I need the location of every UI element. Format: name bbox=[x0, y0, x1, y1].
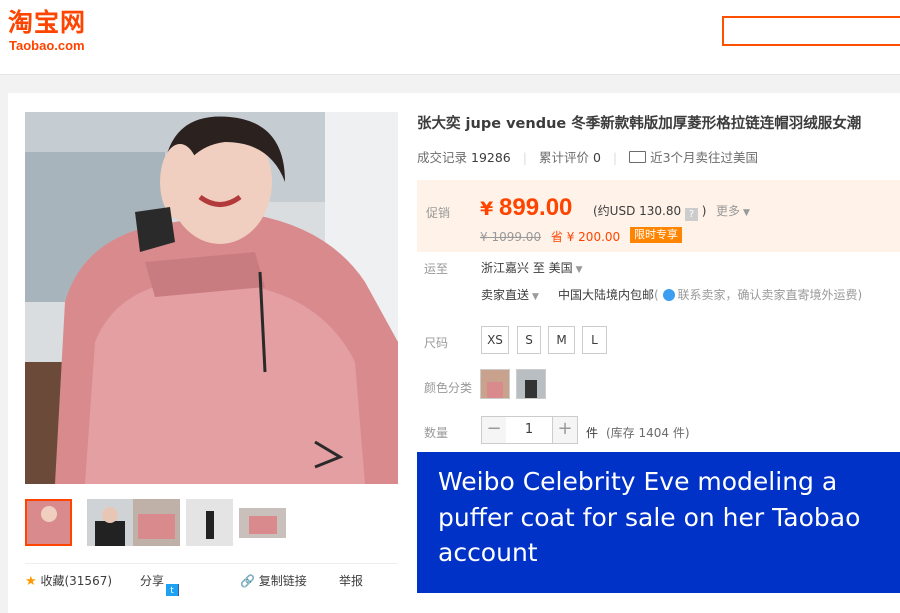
current-price: 899.00 bbox=[499, 194, 573, 221]
size-option-l[interactable]: L bbox=[582, 326, 607, 354]
thumbnail-2[interactable] bbox=[87, 499, 134, 546]
chevron-down-icon: ▼ bbox=[743, 208, 750, 218]
ship-to-label: 运至 bbox=[424, 262, 449, 276]
link-icon: 🔗 bbox=[240, 574, 255, 588]
quantity-increase-button[interactable]: + bbox=[552, 416, 578, 444]
promo-label: 促销 bbox=[426, 206, 451, 220]
size-label: 尺码 bbox=[424, 336, 449, 350]
shipping-route: 浙江嘉兴 至 美国 ▼ bbox=[481, 261, 583, 275]
quantity-input[interactable]: 1 bbox=[506, 416, 552, 444]
caption-text: Weibo Celebrity Eve modeling a puffer co… bbox=[438, 467, 861, 567]
more-currency-dropdown[interactable]: 更多 ▼ bbox=[716, 202, 750, 219]
share-link[interactable]: 分享ft bbox=[140, 574, 180, 596]
report-link[interactable]: 举报 bbox=[339, 574, 363, 588]
product-stats: 成交记录 19286 | 累计评价 0 | 近3个月卖往过美国 bbox=[417, 150, 759, 165]
color-swatch-1[interactable] bbox=[480, 369, 510, 399]
price-panel: 促销 ¥ 899.00 (约USD 130.80 ? ) 更多 ▼ ¥ 1099.… bbox=[417, 180, 900, 252]
thumbnail-3[interactable] bbox=[133, 499, 180, 546]
usd-price: (约USD 130.80 ? ) bbox=[593, 204, 707, 221]
thumbnail-1[interactable] bbox=[25, 499, 72, 546]
free-shipping-note: 中国大陆境内包邮 bbox=[558, 288, 655, 302]
currency-symbol: ¥ bbox=[480, 198, 494, 220]
twitter-icon[interactable]: t bbox=[166, 584, 179, 596]
quantity-label: 数量 bbox=[424, 426, 449, 440]
caption-overlay: Weibo Celebrity Eve modeling a puffer co… bbox=[417, 452, 900, 593]
main-product-photo[interactable] bbox=[25, 112, 398, 484]
truck-icon bbox=[629, 151, 647, 163]
color-swatch-2[interactable] bbox=[516, 369, 546, 399]
chevron-down-icon: ▼ bbox=[532, 292, 539, 302]
favorite-link[interactable]: ★ 收藏(31567) bbox=[25, 574, 112, 589]
color-label: 颜色分类 bbox=[424, 381, 473, 395]
size-option-m[interactable]: M bbox=[548, 326, 575, 354]
original-price: ¥ 1099.00 省 ¥ 200.00 bbox=[480, 230, 621, 244]
quantity-decrease-button[interactable]: − bbox=[481, 416, 507, 444]
seller-ship-dropdown[interactable]: 卖家直送 ▼ bbox=[481, 286, 539, 303]
site-header: 淘宝网 Taobao.com bbox=[0, 0, 900, 75]
size-option-s[interactable]: S bbox=[517, 326, 541, 354]
star-icon: ★ bbox=[25, 574, 37, 589]
limited-offer-badge: 限时专享 bbox=[630, 227, 682, 243]
contact-seller-note: ( 联系卖家，确认卖家直寄境外运费) bbox=[654, 288, 863, 302]
size-option-xs[interactable]: XS bbox=[481, 326, 509, 354]
copy-link[interactable]: 🔗 复制链接 bbox=[240, 574, 307, 588]
product-title: 张大奕 jupe vendue 冬季新款韩版加厚菱形格拉链连帽羽绒服女潮 bbox=[417, 116, 862, 132]
taobao-logo-subtitle[interactable]: Taobao.com bbox=[9, 38, 85, 53]
quantity-unit: 件 bbox=[586, 426, 599, 440]
thumbnail-4[interactable] bbox=[186, 499, 233, 546]
stock-count: (库存 1404 件) bbox=[606, 426, 690, 440]
info-icon bbox=[662, 289, 675, 301]
social-actions: ★ 收藏(31567) 分享ft 🔗 复制链接 举报 bbox=[25, 563, 398, 596]
chevron-down-icon: ▼ bbox=[575, 265, 583, 275]
taobao-logo[interactable]: 淘宝网 bbox=[8, 8, 86, 38]
destination-dropdown[interactable]: 美国 ▼ bbox=[549, 261, 583, 275]
thumbnail-5[interactable] bbox=[239, 508, 286, 538]
help-icon[interactable]: ? bbox=[684, 208, 698, 221]
search-input[interactable] bbox=[722, 16, 900, 46]
